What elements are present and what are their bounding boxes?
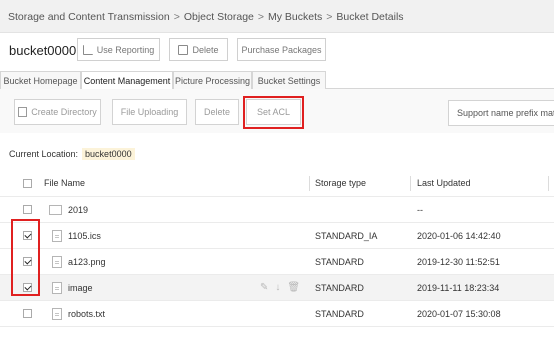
current-location-value[interactable]: bucket0000 — [82, 148, 135, 160]
current-location-label: Current Location: — [9, 149, 79, 159]
last-updated: 2020-01-07 15:30:08 — [417, 308, 501, 319]
bucket-title: bucket0000 — [9, 43, 77, 58]
file-icon — [52, 256, 62, 268]
bucket-tabs: Bucket Homepage Content Management Pictu… — [0, 67, 554, 90]
column-last-updated[interactable]: Last Updated — [417, 170, 471, 196]
tab-bucket-homepage[interactable]: Bucket Homepage — [0, 71, 81, 89]
last-updated: 2020-01-06 14:42:40 — [417, 230, 501, 241]
delete-bucket-button[interactable]: Delete — [169, 38, 228, 61]
folder-plus-icon — [18, 107, 28, 117]
column-divider — [309, 176, 310, 191]
file-icon — [52, 308, 62, 320]
delete-files-button[interactable]: Delete — [195, 99, 239, 125]
use-reporting-button[interactable]: Use Reporting — [77, 38, 160, 61]
checkbox-highlight — [11, 219, 40, 296]
breadcrumb-item[interactable]: Storage and Content Transmission — [8, 11, 170, 23]
breadcrumb-item[interactable]: My Buckets — [268, 11, 322, 23]
breadcrumb-separator: > — [173, 11, 180, 23]
row-actions: ✎ ↓ 🗑 — [260, 282, 300, 293]
file-icon — [52, 282, 62, 294]
storage-type: STANDARD — [315, 308, 364, 319]
table-row[interactable]: 2019 -- — [0, 197, 554, 223]
file-icon — [52, 230, 62, 242]
last-updated: -- — [417, 204, 423, 215]
file-name[interactable]: 2019 — [68, 197, 88, 222]
table-header: File Name Storage type Last Updated — [0, 170, 554, 197]
column-divider — [410, 176, 411, 191]
search-input[interactable]: Support name prefix match — [448, 100, 554, 126]
row-checkbox[interactable] — [23, 205, 32, 214]
file-name[interactable]: a123.png — [68, 249, 106, 274]
current-location: Current Location: bucket0000 — [9, 148, 135, 160]
search-placeholder: Support name prefix match — [457, 108, 554, 118]
table-row[interactable]: 1105.ics STANDARD_IA 2020-01-06 14:42:40 — [0, 223, 554, 249]
edit-icon[interactable]: ✎ — [260, 282, 268, 293]
last-updated: 2019-12-30 11:52:51 — [417, 256, 500, 267]
file-table: File Name Storage type Last Updated 2019… — [0, 170, 554, 327]
tab-content-management[interactable]: Content Management — [81, 71, 173, 90]
row-checkbox[interactable] — [23, 309, 32, 318]
column-storage-type[interactable]: Storage type — [315, 170, 366, 196]
table-row[interactable]: a123.png STANDARD 2019-12-30 11:52:51 — [0, 249, 554, 275]
file-name[interactable]: image — [68, 275, 93, 300]
report-icon — [82, 44, 93, 55]
file-name[interactable]: 1105.ics — [68, 223, 101, 248]
breadcrumb-separator: > — [257, 11, 265, 23]
set-acl-highlight — [243, 96, 304, 129]
file-uploading-label: File Uploading — [120, 107, 179, 117]
storage-type: STANDARD — [315, 282, 364, 293]
content-toolbar: Create Directory File Uploading Delete S… — [0, 89, 554, 133]
delete-files-label: Delete — [203, 107, 230, 117]
delete-bucket-label: Delete — [192, 44, 219, 55]
last-updated: 2019-11-11 18:23:34 — [417, 282, 500, 293]
storage-type: STANDARD — [315, 256, 364, 267]
file-uploading-button[interactable]: File Uploading — [112, 99, 187, 125]
breadcrumb-item[interactable]: Object Storage — [184, 11, 254, 23]
folder-icon — [49, 205, 62, 215]
storage-type: STANDARD_IA — [315, 230, 378, 241]
trash-icon — [178, 44, 189, 55]
select-all-checkbox[interactable] — [23, 179, 32, 188]
table-row[interactable]: image ✎ ↓ 🗑 STANDARD 2019-11-11 18:23:34 — [0, 275, 554, 301]
breadcrumb-current: Bucket Details — [336, 11, 404, 23]
download-icon[interactable]: ↓ — [275, 282, 280, 293]
table-row[interactable]: robots.txt STANDARD 2020-01-07 15:30:08 — [0, 301, 554, 327]
purchase-packages-button[interactable]: Purchase Packages — [237, 38, 326, 61]
breadcrumb-separator: > — [326, 11, 333, 23]
tab-bucket-settings[interactable]: Bucket Settings — [252, 71, 326, 89]
delete-icon[interactable]: 🗑 — [287, 282, 300, 293]
create-directory-label: Create Directory — [31, 107, 97, 117]
column-divider — [548, 176, 549, 191]
breadcrumb: Storage and Content Transmission > Object … — [0, 0, 554, 33]
use-reporting-label: Use Reporting — [96, 44, 155, 55]
bucket-header: bucket0000 Use Reporting Delete Purchase… — [0, 33, 554, 67]
tab-picture-processing[interactable]: Picture Processing — [173, 71, 252, 89]
create-directory-button[interactable]: Create Directory — [14, 99, 101, 125]
file-name[interactable]: robots.txt — [68, 301, 105, 326]
column-file-name[interactable]: File Name — [44, 170, 85, 196]
purchase-packages-label: Purchase Packages — [241, 44, 322, 55]
